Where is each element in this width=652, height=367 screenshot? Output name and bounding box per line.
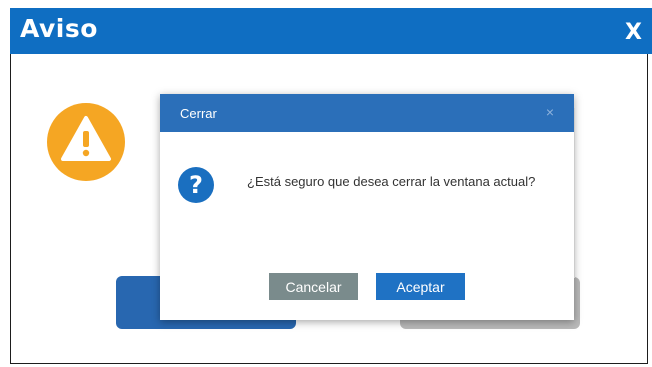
dialog-title: Cerrar <box>180 106 217 121</box>
cancel-button[interactable]: Cancelar <box>269 273 358 300</box>
cerrar-dialog: Cerrar × ? ¿Está seguro que desea cerrar… <box>160 94 574 320</box>
aviso-close-button[interactable]: X <box>625 20 642 45</box>
aviso-header: Aviso X <box>10 8 652 54</box>
dialog-header: Cerrar × <box>160 94 574 132</box>
dialog-close-button[interactable]: × <box>546 104 554 120</box>
dialog-message: ¿Está seguro que desea cerrar la ventana… <box>247 174 536 189</box>
aviso-title: Aviso <box>20 14 98 43</box>
question-icon: ? <box>178 167 214 203</box>
svg-text:?: ? <box>189 171 203 199</box>
warning-icon <box>47 103 125 181</box>
accept-button[interactable]: Aceptar <box>376 273 465 300</box>
